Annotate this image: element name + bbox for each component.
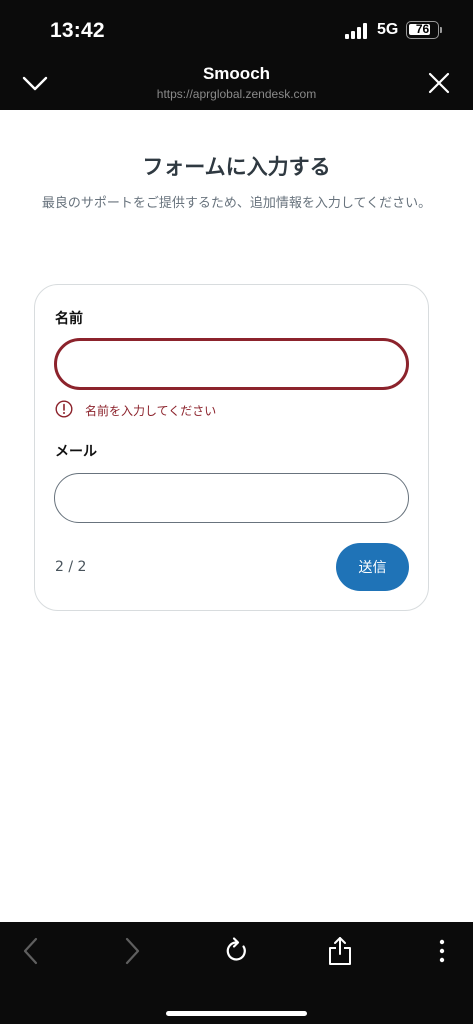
forward-icon[interactable] (121, 936, 143, 966)
status-bar: 13:42 5G 76 (0, 0, 473, 60)
battery-level: 76 (415, 22, 430, 36)
close-icon[interactable] (428, 72, 450, 94)
page-title: フォームに入力する (142, 155, 331, 179)
share-icon[interactable] (327, 936, 353, 968)
battery-icon: 76 (406, 21, 439, 39)
signal-icon (345, 23, 371, 39)
email-field[interactable] (54, 473, 409, 523)
name-label: 名前 (55, 311, 83, 327)
form-card: 名前 名前を入力してください メール 2 / 2 送信 (34, 284, 429, 611)
step-counter: 2 / 2 (55, 559, 87, 575)
more-icon[interactable] (436, 936, 448, 966)
header-url: https://aprglobal.zendesk.com (156, 87, 317, 101)
reload-icon[interactable] (223, 936, 249, 966)
bottom-toolbar (0, 922, 473, 1024)
network-label: 5G (377, 21, 399, 38)
name-input[interactable] (54, 338, 409, 390)
status-time: 13:42 (50, 19, 105, 42)
page-subtitle: 最良のサポートをご提供するため、追加情報を入力してください。 (41, 196, 432, 211)
browser-header: Smooch https://aprglobal.zendesk.com (0, 60, 473, 110)
back-icon[interactable] (20, 936, 42, 966)
email-label: メール (55, 444, 97, 460)
name-error-text: 名前を入力してください (85, 404, 217, 418)
header-title: Smooch (202, 64, 271, 83)
error-icon (55, 400, 73, 418)
submit-button[interactable]: 送信 (336, 543, 409, 591)
home-indicator (166, 1011, 307, 1016)
